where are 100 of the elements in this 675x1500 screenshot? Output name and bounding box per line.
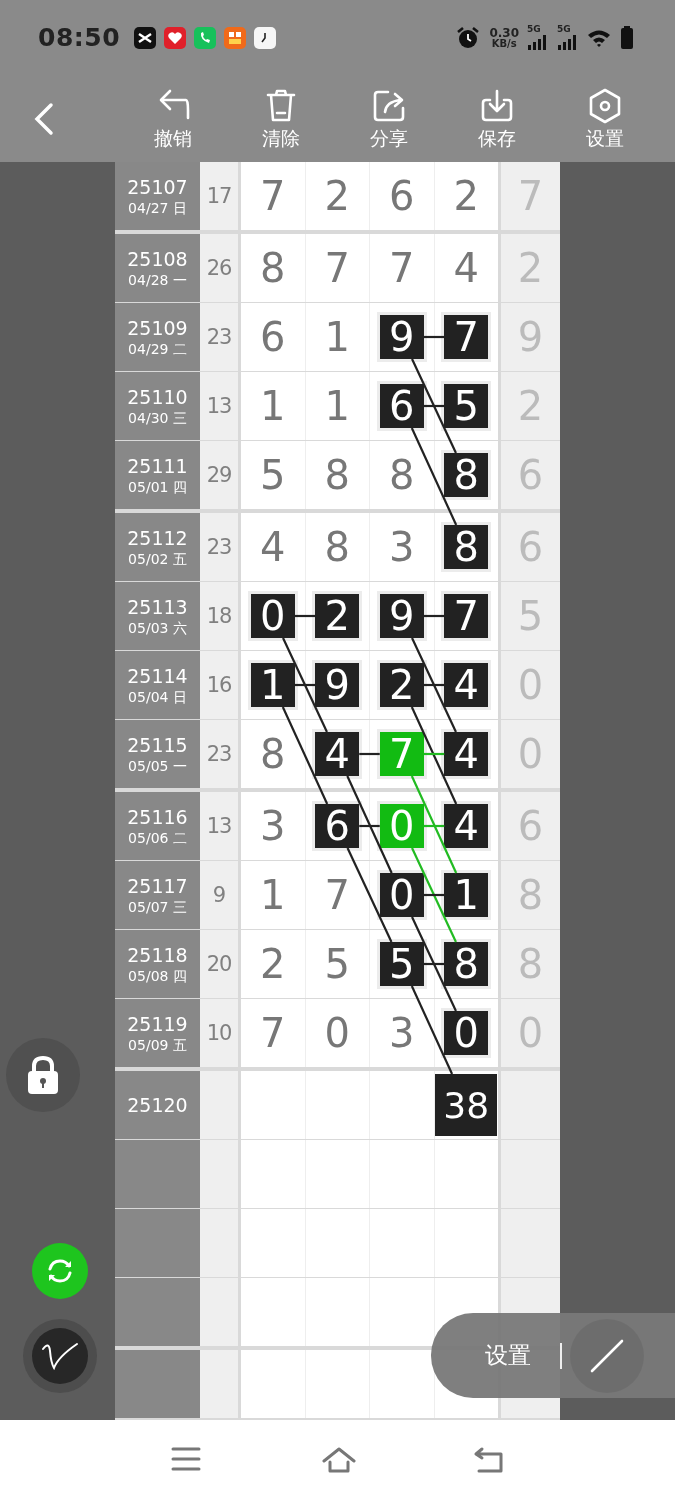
clock-time: 08:50 [38,23,121,52]
table-cell: 23 [200,303,238,371]
download-icon [479,87,514,124]
table-cell [434,1209,498,1277]
issue-date: 04/27 日 [128,198,187,217]
table-cell: 8 [305,513,369,581]
issue-date: 05/01 四 [128,477,187,496]
toolbar-button[interactable]: 保存 [459,87,535,150]
highlighted-digit: 1 [441,870,492,920]
table-cell: 3 [241,792,305,860]
table-cell: 1 [305,303,369,371]
issue-number: 25108 [127,247,188,271]
table-cell: 7 [370,234,434,302]
issue-date: 05/04 日 [128,687,187,706]
table-cell [305,1071,369,1139]
table-cell: 2 [434,162,498,230]
highlighted-digit: 9 [376,591,427,641]
table-cell: 6 [241,303,305,371]
clock-app-icon [254,26,277,49]
network-type-label: 5G [527,25,541,34]
table-cell: 26 [200,234,238,302]
table-cell [241,1278,305,1346]
issue-number: 25114 [127,664,188,688]
bowtie-app-icon [134,26,157,49]
issue-number: 25107 [127,175,188,199]
issue-date: 05/02 五 [128,549,187,568]
table-cell: 20 [200,930,238,998]
table-cell [305,1278,369,1346]
highlighted-digit: 5 [441,381,492,431]
table-cell [370,1209,434,1277]
table-cell [241,1209,305,1277]
highlighted-digit: 8 [441,939,492,989]
highlighted-digit: 7 [441,591,492,641]
issue-date: 05/08 四 [128,966,187,985]
table-cell: 3 [370,999,434,1067]
network-speed-unit: KB/s [491,38,517,49]
toolbar-button[interactable]: 分享 [351,87,427,150]
table-cell: 1 [241,372,305,440]
table-cell: 7 [241,999,305,1067]
highlighted-digit: 4 [441,801,492,851]
table-cell: 8 [241,720,305,788]
settings-button[interactable]: 设置 [485,1340,531,1371]
table-cell: 2 [305,162,369,230]
issue-date: 05/05 一 [128,756,187,775]
table-cell: 10 [200,999,238,1067]
issue-date: 04/29 二 [128,339,187,358]
table-cell: 1 [305,372,369,440]
highlighted-digit: 0 [247,591,298,641]
highlighted-digit: 6 [312,801,363,851]
highlighted-digit: 4 [312,729,363,779]
table-cell [305,1209,369,1277]
toolbar-button[interactable]: 设置 [567,87,643,150]
table-cell: 13 [200,792,238,860]
table-cell: 17 [200,162,238,230]
table-cell: 2 [241,930,305,998]
table-cell: 7 [241,162,305,230]
issue-number: 25115 [127,733,188,757]
table-cell: 4 [434,234,498,302]
highlighted-digit: 8 [441,450,492,500]
table-cell: 1 [241,861,305,929]
highlighted-digit: 2 [312,591,363,641]
network-speed: 0.30 [489,26,519,39]
home-icon [322,1446,356,1474]
table-cell: 0 [305,999,369,1067]
issue-number: 25110 [127,385,188,409]
table-cell [370,1278,434,1346]
table-cell [241,1350,305,1418]
highlighted-digit: 7 [441,312,492,362]
highlighted-digit: 6 [376,381,427,431]
table-cell [370,1350,434,1418]
issue-date: 05/07 三 [128,897,187,916]
signal-icon [527,34,549,50]
table-cell: 5 [241,441,305,509]
signal-icon [557,34,579,50]
issue-number: 25112 [127,526,188,550]
network-type-label: 5G [557,25,571,34]
back-icon [33,101,56,136]
highlighted-digit: 8 [441,522,492,572]
table-cell [370,1140,434,1208]
line-icon [590,1338,624,1373]
highlighted-digit: 4 [441,660,492,710]
highlighted-digit: 1 [247,660,298,710]
refresh-button[interactable] [32,1243,88,1299]
table-cell: 13 [200,372,238,440]
issue-number: 25113 [127,595,188,619]
highlighted-digit: 9 [376,312,427,362]
toolbar-button[interactable]: 撤销 [135,87,211,150]
issue-date: 04/28 一 [128,270,187,289]
issue-date: 04/30 三 [128,408,187,427]
issue-date: 05/06 二 [128,828,187,847]
table-cell: 9 [200,861,238,929]
issue-number: 25109 [127,316,188,340]
toolbar-button[interactable]: 清除 [243,87,319,150]
table-cell [305,1140,369,1208]
handwriting-icon [40,1341,80,1371]
issue-number: 25117 [127,874,188,898]
app-icon [224,26,247,49]
highlighted-digit: 5 [376,939,427,989]
highlighted-digit: 2 [376,660,427,710]
highlighted-digit: 0 [376,870,427,920]
